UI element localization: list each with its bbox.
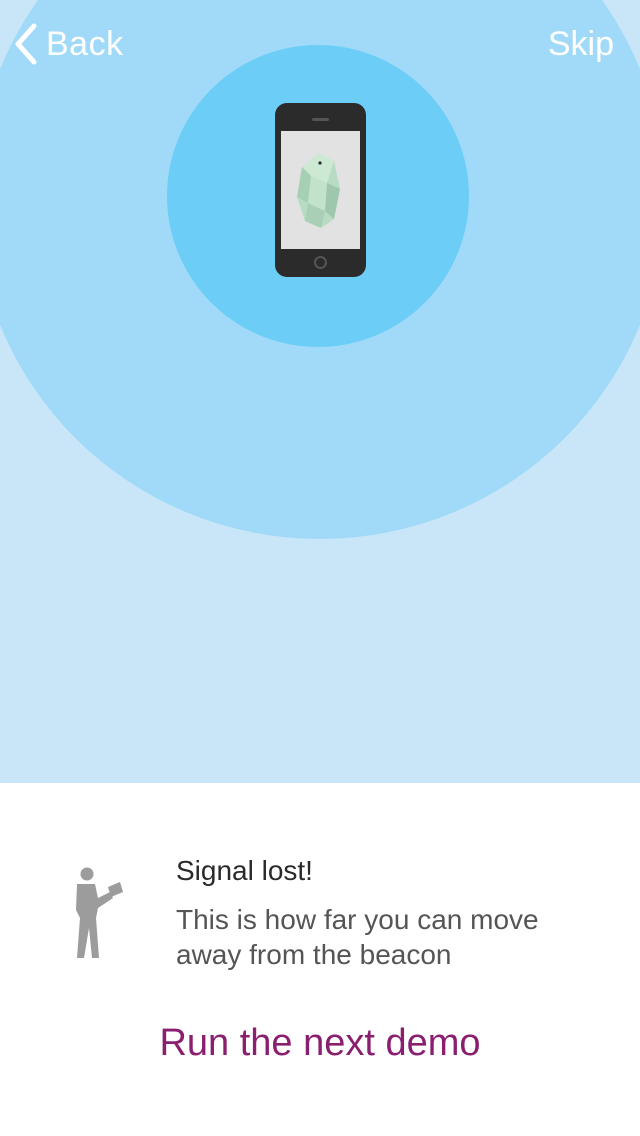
run-next-demo-button[interactable]: Run the next demo xyxy=(0,1022,640,1065)
proximity-visualization xyxy=(0,0,640,783)
phone-home-button xyxy=(314,256,327,269)
back-button-label: Back xyxy=(46,24,124,63)
status-description: This is how far you can move away from t… xyxy=(176,904,539,970)
status-title: Signal lost! xyxy=(176,855,313,886)
beacon-icon xyxy=(297,153,340,228)
phone-screen xyxy=(281,131,360,249)
skip-button[interactable]: Skip xyxy=(548,22,614,66)
chevron-left-icon xyxy=(15,23,37,65)
app-screen: Back Skip Signal lost! This is how far y… xyxy=(0,0,640,1136)
phone-speaker xyxy=(312,118,329,121)
person-walking-icon xyxy=(76,867,123,958)
phone-icon xyxy=(275,103,366,277)
back-button[interactable]: Back xyxy=(14,22,124,66)
